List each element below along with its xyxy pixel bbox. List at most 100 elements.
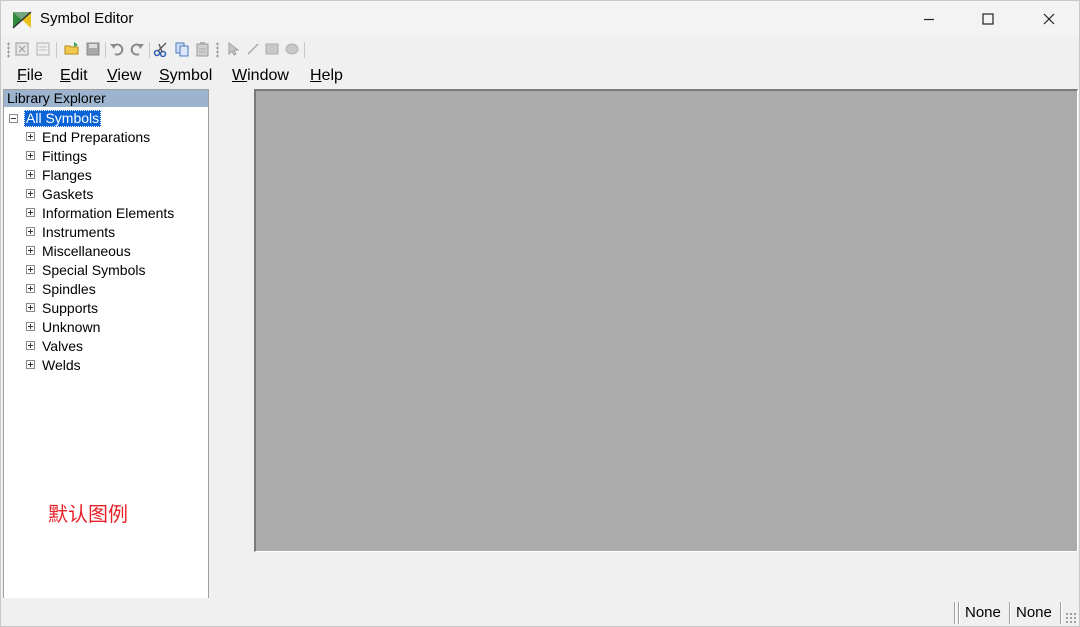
tree-node-label[interactable]: Information Elements <box>42 204 174 223</box>
menu-symbol-label: ymbol <box>169 67 213 84</box>
minimize-icon <box>924 18 934 21</box>
menu-edit[interactable]: Edit <box>60 67 88 85</box>
redo-icon[interactable] <box>129 41 145 57</box>
library-explorer-panel: Library Explorer All Symbols End Prepara… <box>3 89 209 599</box>
toolbar-separator <box>149 42 150 58</box>
collapse-icon[interactable] <box>9 114 18 123</box>
tree-node-label[interactable]: End Preparations <box>42 128 150 147</box>
menu-view-label: iew <box>117 67 142 84</box>
tree-node-label[interactable]: Welds <box>42 356 81 375</box>
drawing-canvas[interactable] <box>254 89 1078 552</box>
menu-edit-mnemonic: E <box>60 67 71 84</box>
status-separator <box>1060 602 1061 624</box>
title-bar[interactable]: Symbol Editor <box>1 1 1079 38</box>
tree-node-label[interactable]: Special Symbols <box>42 261 146 280</box>
expand-icon[interactable] <box>26 284 35 293</box>
tree-node-label[interactable]: Valves <box>42 337 83 356</box>
toolbar-separator <box>105 42 106 58</box>
expand-icon[interactable] <box>26 322 35 331</box>
cut-icon[interactable] <box>153 41 169 57</box>
expand-icon[interactable] <box>26 170 35 179</box>
tree-node-unknown[interactable]: Unknown <box>26 318 206 337</box>
menu-file-mnemonic: F <box>17 67 27 84</box>
tree-node-label[interactable]: Unknown <box>42 318 100 337</box>
tree-node-label[interactable]: Miscellaneous <box>42 242 131 261</box>
expand-icon[interactable] <box>26 151 35 160</box>
menu-help[interactable]: Help <box>310 67 343 85</box>
expand-icon[interactable] <box>26 360 35 369</box>
tree-node-miscellaneous[interactable]: Miscellaneous <box>26 242 206 261</box>
toolbar-separator <box>304 42 305 58</box>
expand-icon[interactable] <box>26 341 35 350</box>
toolbar-grip[interactable] <box>7 42 10 58</box>
tree-node-end-preparations[interactable]: End Preparations <box>26 128 206 147</box>
menu-help-mnemonic: H <box>310 67 322 84</box>
menu-bar: File Edit View Symbol Window Help <box>1 64 1079 88</box>
toolbar-separator <box>56 42 57 58</box>
expand-icon[interactable] <box>26 132 35 141</box>
close-icon <box>1043 13 1055 25</box>
menu-window[interactable]: Window <box>232 67 289 85</box>
status-separator <box>958 602 959 624</box>
paste-icon[interactable] <box>195 41 211 57</box>
tree-node-special-symbols[interactable]: Special Symbols <box>26 261 206 280</box>
tree-node-instruments[interactable]: Instruments <box>26 223 206 242</box>
tree-node-label[interactable]: Instruments <box>42 223 115 242</box>
menu-view[interactable]: View <box>107 67 141 85</box>
toolbar-grip[interactable] <box>216 42 219 58</box>
menu-help-label: elp <box>321 67 343 84</box>
menu-file[interactable]: File <box>17 67 43 85</box>
tree-node-spindles[interactable]: Spindles <box>26 280 206 299</box>
menu-symbol[interactable]: Symbol <box>159 67 212 85</box>
tree-node-label[interactable]: Flanges <box>42 166 92 185</box>
expand-icon[interactable] <box>26 227 35 236</box>
window-title: Symbol Editor <box>40 10 134 27</box>
status-separator <box>954 602 955 624</box>
line-icon[interactable] <box>245 41 261 57</box>
new-icon[interactable] <box>14 41 30 57</box>
resize-grip-icon[interactable] <box>1065 612 1077 624</box>
library-explorer-header: Library Explorer <box>4 90 208 107</box>
expand-icon[interactable] <box>26 246 35 255</box>
copy-icon[interactable] <box>174 41 190 57</box>
ellipse-icon[interactable] <box>284 41 300 57</box>
tree-node-gaskets[interactable]: Gaskets <box>26 185 206 204</box>
tree-node-label[interactable]: Fittings <box>42 147 87 166</box>
expand-icon[interactable] <box>26 189 35 198</box>
menu-window-mnemonic: W <box>232 67 248 84</box>
new-symbol-icon[interactable] <box>35 41 51 57</box>
tree-node-welds[interactable]: Welds <box>26 356 206 375</box>
status-cell-1: None <box>965 604 1001 621</box>
status-separator <box>1009 602 1010 624</box>
save-icon[interactable] <box>85 41 101 57</box>
expand-icon[interactable] <box>26 265 35 274</box>
menu-window-label: indow <box>247 67 289 84</box>
tree-node-valves[interactable]: Valves <box>26 337 206 356</box>
tree-node-information-elements[interactable]: Information Elements <box>26 204 206 223</box>
minimize-button[interactable] <box>899 1 959 38</box>
menu-view-mnemonic: V <box>107 67 118 84</box>
tree-node-label[interactable]: Spindles <box>42 280 96 299</box>
toolbar <box>1 39 1079 61</box>
tree-node-label[interactable]: All Symbols <box>24 110 102 127</box>
tree-node-supports[interactable]: Supports <box>26 299 206 318</box>
menu-symbol-mnemonic: S <box>159 67 170 84</box>
rectangle-icon[interactable] <box>264 41 280 57</box>
undo-icon[interactable] <box>109 41 125 57</box>
expand-icon[interactable] <box>26 303 35 312</box>
close-button[interactable] <box>1019 1 1079 38</box>
status-cell-2: None <box>1016 604 1052 621</box>
tree-node-flanges[interactable]: Flanges <box>26 166 206 185</box>
status-bar: None None <box>1 598 1079 626</box>
tree-node-fittings[interactable]: Fittings <box>26 147 206 166</box>
symbol-editor-window: Symbol Editor File Edit View Symbol Wind… <box>0 0 1080 627</box>
expand-icon[interactable] <box>26 208 35 217</box>
symbol-editor-app-icon <box>12 11 32 29</box>
tree-node-label[interactable]: Gaskets <box>42 185 93 204</box>
tree-node-label[interactable]: Supports <box>42 299 98 318</box>
menu-edit-label: dit <box>70 67 88 84</box>
annotation-text: 默认图例 <box>48 502 128 526</box>
pointer-icon[interactable] <box>225 41 241 57</box>
maximize-button[interactable] <box>958 1 1018 38</box>
open-icon[interactable] <box>64 41 80 57</box>
